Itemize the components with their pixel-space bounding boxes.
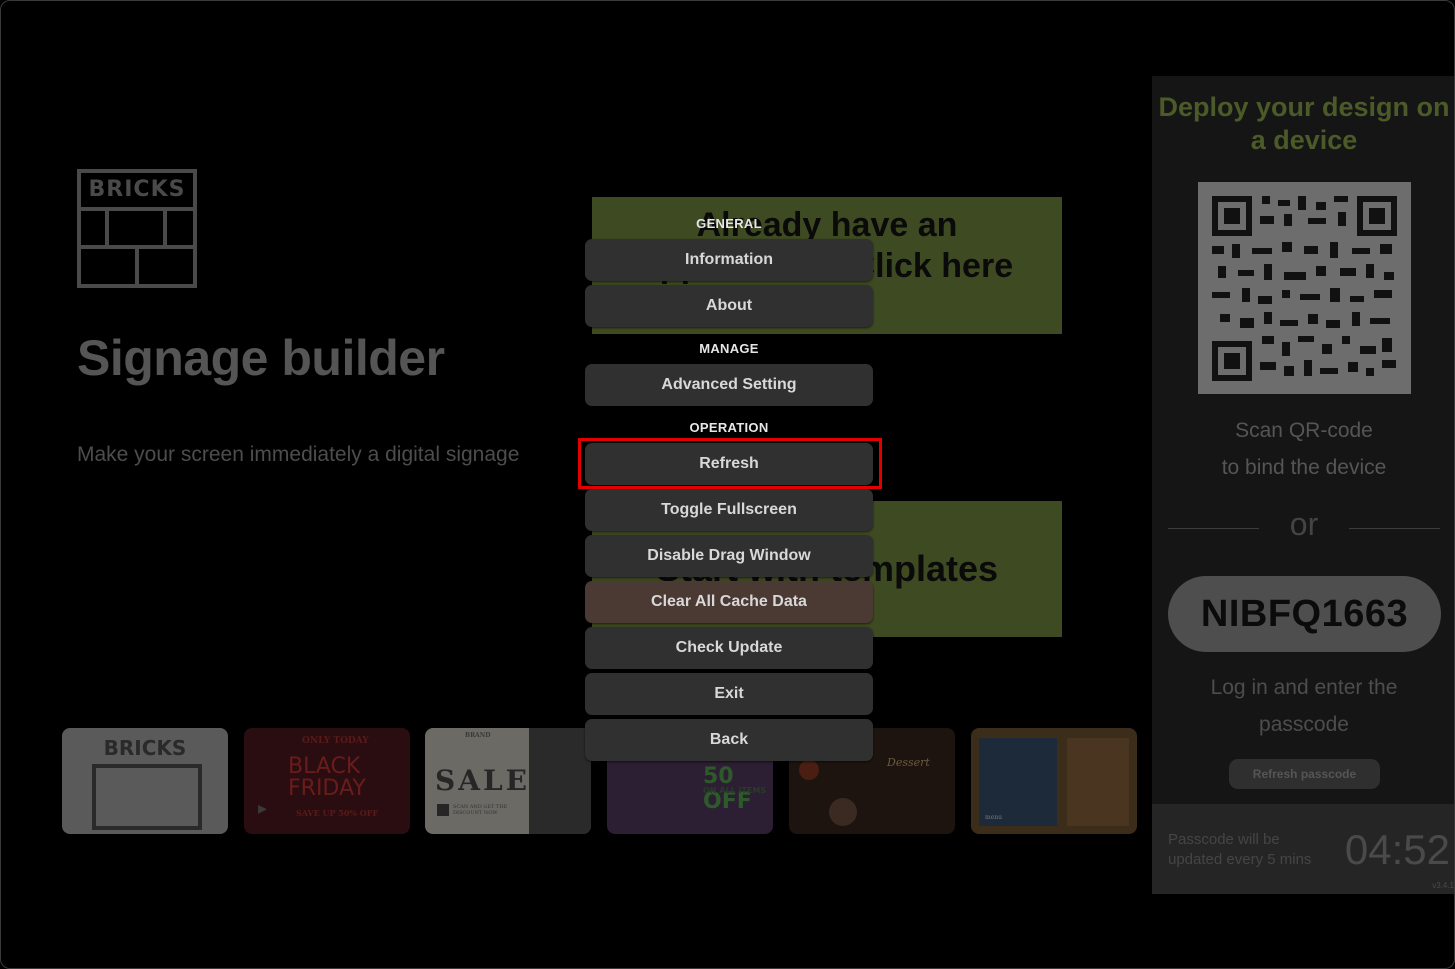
megaphone-icon: ▸ — [258, 798, 268, 818]
about-button[interactable]: About — [585, 285, 873, 327]
app-window: BRICKS Signage builder Make your screen … — [0, 0, 1455, 969]
thumbnail-small-text: BRAND — [465, 732, 491, 739]
thumbnail-photo — [1067, 738, 1129, 826]
login-instruction-line: passcode — [1259, 713, 1349, 736]
or-text: or — [1289, 506, 1319, 542]
page-title: Signage builder — [77, 330, 445, 386]
menu-heading-operation: OPERATION — [689, 420, 769, 435]
logo-brick — [163, 207, 197, 249]
advanced-setting-button[interactable]: Advanced Setting — [585, 364, 873, 406]
login-instruction-line: Log in and enter the — [1210, 676, 1398, 699]
login-instruction: Log in and enter the passcode — [1152, 669, 1454, 743]
passcode-display: NIBFQ1663 — [1168, 576, 1441, 652]
refresh-passcode-button[interactable]: Refresh passcode — [1229, 759, 1380, 789]
template-thumbnail[interactable]: BRAND SALE SCAN AND GET THE DISCOUNT NOW — [425, 728, 591, 834]
passcode-countdown: 04:52 — [1344, 826, 1450, 873]
menu-heading-manage: MANAGE — [699, 341, 759, 356]
passcode-footer: Passcode will be updated every 5 mins 04… — [1152, 804, 1454, 894]
divider-line — [1349, 528, 1440, 529]
qr-code-icon — [1212, 196, 1397, 381]
scan-instruction: Scan QR-code to bind the device — [1152, 412, 1454, 486]
thumbnail-small-text: ONLY TODAY — [302, 736, 369, 746]
bricks-logo: BRICKS — [77, 169, 197, 288]
thumbnail-menu-board — [979, 738, 1057, 826]
scan-instruction-line: to bind the device — [1221, 456, 1387, 479]
template-thumbnail[interactable]: menu — [971, 728, 1137, 834]
thumbnail-dish — [829, 798, 857, 826]
exit-button[interactable]: Exit — [585, 673, 873, 715]
disable-drag-window-button[interactable]: Disable Drag Window — [585, 535, 873, 577]
passcode-update-note-line: updated every 5 mins — [1168, 851, 1312, 868]
toggle-fullscreen-button[interactable]: Toggle Fullscreen — [585, 489, 873, 531]
deploy-title: Deploy your design on a device — [1158, 92, 1450, 155]
thumbnail-photo — [529, 728, 591, 834]
logo-brick — [77, 245, 139, 288]
logo-text: BRICKS — [88, 177, 186, 202]
or-divider: or — [1168, 506, 1440, 546]
qr-code — [1198, 182, 1411, 394]
page-subtitle: Make your screen immediately a digital s… — [77, 443, 520, 466]
template-thumbnail[interactable]: BRICKS — [62, 728, 228, 834]
menu-heading-general: GENERAL — [696, 216, 762, 231]
thumbnail-label: SALE — [435, 764, 530, 797]
logo-brick — [135, 245, 197, 288]
thumbnail-footer-text: SAVE UP 50% OFF — [296, 808, 379, 818]
refresh-highlight-box — [578, 438, 882, 489]
qr-icon — [437, 804, 449, 816]
back-button[interactable]: Back — [585, 719, 873, 761]
thumbnail-small-text: ON ALL ITEMS — [703, 786, 767, 795]
thumbnail-footer-text: SCAN AND GET THE DISCOUNT NOW — [453, 804, 508, 816]
thumbnail-label: menu — [985, 814, 1002, 821]
thumbnail-label: BLACK FRIDAY — [288, 754, 366, 801]
template-thumbnail[interactable]: ONLY TODAY BLACK FRIDAY SAVE UP 50% OFF … — [244, 728, 410, 834]
thumbnail-label: BRICKS — [103, 736, 187, 760]
passcode-update-note: Passcode will be updated every 5 mins — [1168, 830, 1311, 870]
logo-brick — [105, 207, 167, 249]
passcode-update-note-line: Passcode will be — [1168, 831, 1280, 848]
version-label: v3.4.1 — [1432, 881, 1454, 890]
device-binding-panel: Deploy your design on a device Scan QR-c… — [1152, 76, 1454, 894]
clear-cache-button[interactable]: Clear All Cache Data — [585, 581, 873, 623]
thumbnail-logo-bricks — [92, 764, 202, 830]
check-update-button[interactable]: Check Update — [585, 627, 873, 669]
thumbnail-label: Dessert — [887, 756, 930, 769]
thumbnail-dish — [799, 760, 819, 780]
scan-instruction-line: Scan QR-code — [1235, 419, 1373, 442]
information-button[interactable]: Information — [585, 239, 873, 281]
